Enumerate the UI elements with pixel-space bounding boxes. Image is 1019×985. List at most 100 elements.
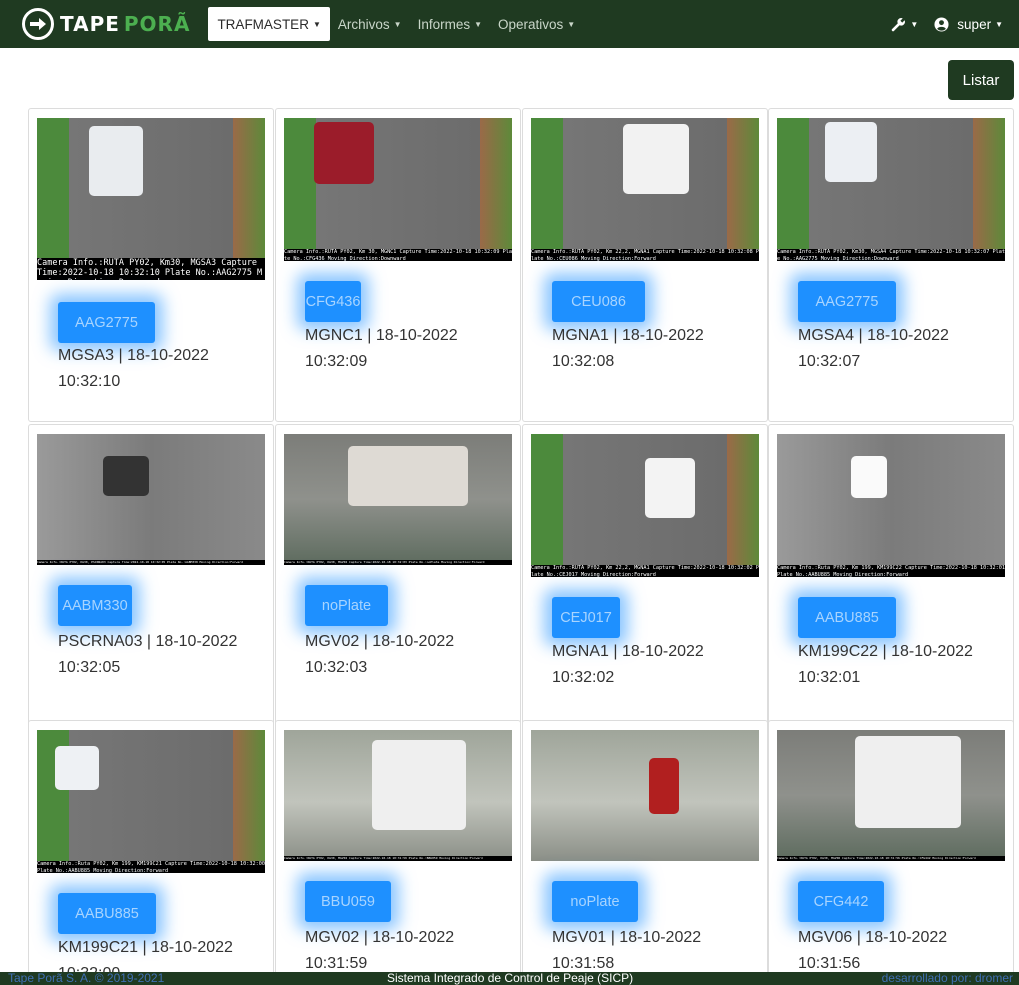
capture-date: 18-10-2022 (865, 929, 948, 946)
capture-card[interactable]: Camera Info.:RUTA PY02, Km30, MGV06 Capt… (768, 720, 1014, 983)
capture-image[interactable]: Camera Info.:Ruta PY02, Km 199, KM199C21… (37, 730, 265, 873)
station-code: PSCRNA03 (58, 633, 143, 650)
footer-copyright[interactable]: Tape Porã S. A. © 2019-2021 (8, 972, 164, 985)
menu-informes[interactable]: Informes ▼ (410, 6, 490, 42)
capture-caption: Camera Info.:Ruta PY02, Km 199, KM199C22… (777, 565, 1005, 577)
plate-badge[interactable]: CEU086 (552, 281, 645, 322)
tools-menu[interactable]: ▼ (883, 6, 926, 42)
menu-archivos-label: Archivos (337, 16, 390, 32)
capture-card[interactable]: Camera Info.:RUTA PY02, Km 30, MGNC1 Cap… (275, 108, 521, 422)
menu-trafmaster-label: TRAFMASTER (217, 16, 309, 32)
capture-grid: Camera Info.:RUTA PY02, Km30, MGSA3 Capt… (28, 108, 1016, 983)
station-code: MGSA3 (58, 347, 115, 364)
capture-image[interactable]: Camera Info.:RUTA PY02, Km 30, MGNC1 Cap… (284, 118, 512, 261)
plate-badge[interactable]: CEJ017 (552, 597, 620, 638)
capture-time: 10:32:03 (305, 659, 368, 676)
caret-down-icon: ▼ (567, 19, 576, 29)
menu-trafmaster[interactable]: TRAFMASTER ▼ (208, 7, 330, 41)
plate-badge[interactable]: CFG436 (305, 281, 361, 322)
plate-badge[interactable]: AAG2775 (798, 281, 896, 322)
capture-image[interactable]: Camera Info.:RUTA PY02, Km30, MGV06 Capt… (777, 730, 1005, 861)
capture-scene (37, 434, 265, 565)
menu-archivos[interactable]: Archivos ▼ (330, 6, 410, 42)
capture-caption: Camera Info.:Ruta PY02, Km 199, KM199C21… (37, 861, 265, 873)
capture-card[interactable]: Camera Info.:RUTA PY02, Km 22,2, MGNA1 C… (522, 108, 768, 422)
user-name: super (957, 16, 992, 32)
capture-card[interactable]: Camera Info.:RUTA PY02, Km30, MGV02 Capt… (275, 424, 521, 739)
capture-image[interactable]: Camera Info.:RUTA PY02, Km30, PSCRNA03 C… (37, 434, 265, 565)
capture-caption: Camera Info.:RUTA PY02, Km30, MGV06 Capt… (777, 856, 1005, 861)
vehicle-shape (55, 746, 99, 790)
capture-meta: MGNA1 | 18-10-2022 10:32:02 (552, 639, 762, 691)
capture-caption: Camera Info.:RUTA PY02, Km 22,2, MGNA1 C… (531, 249, 759, 261)
capture-image[interactable]: Camera Info.:RUTA PY02, Km30, MGSA4 Capt… (777, 118, 1005, 261)
meta-separator: | (878, 643, 892, 660)
capture-meta: MGV01 | 18-10-2022 10:31:58 (552, 925, 762, 977)
footer-system-name: Sistema Integrado de Control de Peaje (S… (387, 972, 634, 985)
capture-card[interactable]: Camera Info.:RUTA PY02, Km30, MGSA4 Capt… (768, 108, 1014, 422)
plate-badge[interactable]: AABU885 (798, 597, 896, 638)
plate-badge[interactable]: AABM330 (58, 585, 132, 626)
meta-separator: | (362, 327, 376, 344)
listar-button[interactable]: Listar (948, 60, 1014, 100)
plate-badge[interactable]: AAG2775 (58, 302, 155, 343)
capture-meta: KM199C22 | 18-10-2022 10:32:01 (798, 639, 1008, 691)
capture-date: 18-10-2022 (372, 929, 455, 946)
meta-separator: | (606, 929, 620, 946)
capture-meta: MGV06 | 18-10-2022 10:31:56 (798, 925, 1008, 977)
capture-card[interactable]: noPlate MGV01 | 18-10-2022 10:31:58 (522, 720, 768, 983)
station-code: MGV02 (305, 929, 360, 946)
plate-badge[interactable]: BBU059 (305, 881, 391, 922)
capture-image[interactable] (531, 730, 759, 861)
meta-separator: | (138, 939, 152, 956)
plate-badge[interactable]: AABU885 (58, 893, 156, 934)
vehicle-shape (855, 736, 961, 828)
meta-separator: | (852, 929, 866, 946)
capture-scene (777, 434, 1005, 577)
capture-card[interactable]: Camera Info.:RUTA PY02, Km30, MGSA3 Capt… (28, 108, 274, 422)
capture-card[interactable]: Camera Info.:Ruta PY02, Km 199, KM199C22… (768, 424, 1014, 739)
capture-date: 18-10-2022 (375, 327, 458, 344)
vehicle-shape (89, 126, 143, 196)
capture-card[interactable]: Camera Info.:Ruta PY02, Km 199, KM199C21… (28, 720, 274, 983)
main-menu: TRAFMASTER ▼ Archivos ▼ Informes ▼ Operativ… (208, 0, 583, 48)
capture-card[interactable]: Camera Info.:RUTA PY02, Km 22,2, MGNA1 C… (522, 424, 768, 739)
menu-operativos[interactable]: Operativos ▼ (490, 6, 583, 42)
station-code: MGNA1 (552, 327, 609, 344)
footer: Tape Porã S. A. © 2019-2021 Sistema Inte… (0, 972, 1019, 985)
capture-scene (531, 730, 759, 861)
caret-down-icon: ▼ (312, 19, 321, 29)
capture-image[interactable]: Camera Info.:RUTA PY02, Km30, MGV02 Capt… (284, 434, 512, 565)
capture-date: 18-10-2022 (621, 643, 704, 660)
capture-time: 10:31:56 (798, 955, 861, 972)
capture-time: 10:32:01 (798, 669, 861, 686)
menu-operativos-label: Operativos (498, 16, 564, 32)
nav-right: ▼ super ▼ (883, 0, 1011, 48)
capture-time: 10:32:09 (305, 353, 368, 370)
plate-badge[interactable]: noPlate (305, 585, 388, 626)
user-menu[interactable]: super ▼ (926, 6, 1011, 42)
capture-meta: MGSA4 | 18-10-2022 10:32:07 (798, 323, 1008, 375)
plate-badge[interactable]: CFG442 (798, 881, 884, 922)
station-code: MGNA1 (552, 643, 609, 660)
capture-caption: Camera Info.:RUTA PY02, Km30, MGSA4 Capt… (777, 249, 1005, 261)
station-code: MGV06 (798, 929, 853, 946)
vehicle-shape (851, 456, 887, 498)
footer-developer[interactable]: desarrollado por: dromer (882, 972, 1013, 985)
capture-image[interactable]: Camera Info.:RUTA PY02, Km 22,2, MGNA1 C… (531, 118, 759, 261)
capture-card[interactable]: Camera Info.:RUTA PY02, Km30, PSCRNA03 C… (28, 424, 274, 739)
capture-date: 18-10-2022 (155, 633, 238, 650)
plate-badge[interactable]: noPlate (552, 881, 638, 922)
capture-card[interactable]: Camera Info.:RUTA PY02, Km30, MGV02 Capt… (275, 720, 521, 983)
capture-image[interactable]: Camera Info.:RUTA PY02, Km 22,2, MGNA1 C… (531, 434, 759, 577)
brand-accent: PORÃ (123, 12, 191, 36)
vehicle-shape (314, 122, 374, 184)
capture-image[interactable]: Camera Info.:RUTA PY02, Km30, MGV02 Capt… (284, 730, 512, 861)
capture-image[interactable]: Camera Info.:RUTA PY02, Km30, MGSA3 Capt… (37, 118, 265, 280)
brand-logo[interactable]: TAPE PORÃ (22, 0, 190, 48)
meta-separator: | (608, 327, 622, 344)
capture-caption: Camera Info.:RUTA PY02, Km 22,2, MGNA1 C… (531, 565, 759, 577)
capture-meta: MGV02 | 18-10-2022 10:32:03 (305, 629, 515, 681)
caret-down-icon: ▼ (393, 19, 402, 29)
capture-image[interactable]: Camera Info.:Ruta PY02, Km 199, KM199C22… (777, 434, 1005, 577)
